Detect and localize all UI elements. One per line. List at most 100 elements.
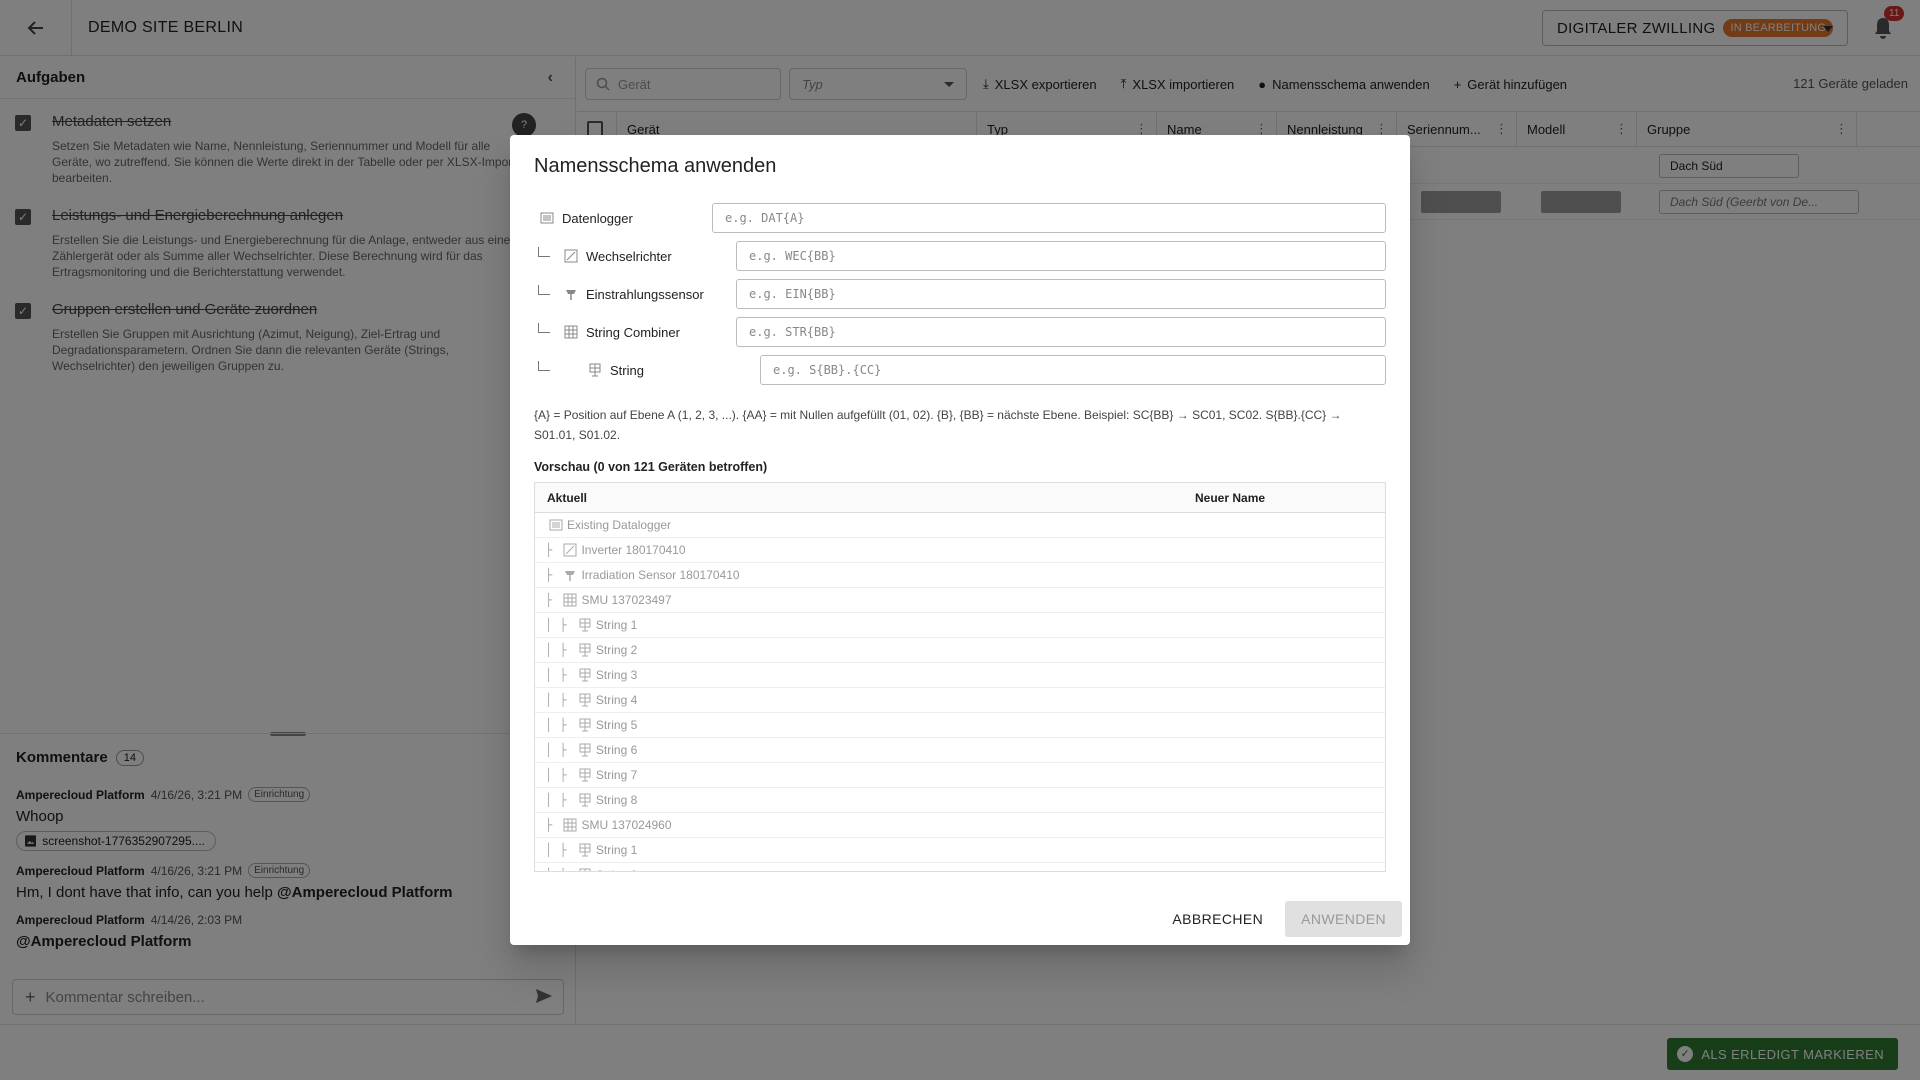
preview-row: Existing Datalogger (535, 513, 1385, 538)
preview-row: │ ├ String 3 (535, 663, 1385, 688)
level-name: Einstrahlungssensor (586, 286, 704, 302)
tree-guide: │ ├ (545, 743, 574, 757)
column-header-current: Aktuell (547, 491, 588, 505)
string-icon (589, 363, 601, 377)
preview-row: │ ├ String 7 (535, 763, 1385, 788)
device-name: String 8 (595, 793, 638, 807)
preview-row: │ ├ String 2 (535, 638, 1385, 663)
preview-row: ├ SMU 137024960 (535, 813, 1385, 838)
dialog-title: Namensschema anwenden (534, 155, 777, 177)
preview-row-current: Existing Datalogger (535, 518, 671, 532)
device-name: String 1 (595, 618, 638, 632)
tree-guide: │ ├ (545, 618, 574, 632)
inverter-icon (564, 249, 578, 263)
inverter-icon (563, 543, 577, 557)
preview-row-current: ├ Inverter 180170410 (535, 543, 686, 557)
combiner-icon (564, 325, 578, 339)
device-name: String 5 (595, 718, 638, 732)
device-name: Irradiation Sensor 180170410 (581, 568, 740, 582)
inverter-pattern-input[interactable]: e.g. WEC{BB} (736, 241, 1386, 271)
string-icon (579, 743, 591, 757)
device-name: String 4 (595, 693, 638, 707)
tree-guide: ├ (545, 568, 560, 582)
device-name: String 1 (595, 843, 638, 857)
tree-guide: ├ (545, 593, 560, 607)
device-name: SMU 137024960 (581, 818, 672, 832)
preview-row: │ ├ String 5 (535, 713, 1385, 738)
preview-row-current: ├ SMU 137023497 (535, 593, 672, 607)
placeholder-help-text: {A} = Position auf Ebene A (1, 2, 3, ...… (534, 408, 1342, 442)
level-row-string: String (588, 355, 644, 385)
preview-row-current: │ ├ String 1 (535, 843, 637, 857)
cancel-button[interactable]: ABBRECHEN (1162, 903, 1273, 935)
tree-guide: │ ├ (545, 693, 574, 707)
level-name: Wechselrichter (586, 248, 672, 264)
level-row-string-combiner: String Combiner (564, 317, 680, 347)
preview-row: │ ├ String 8 (535, 788, 1385, 813)
device-name: SMU 137023497 (581, 593, 672, 607)
level-row-irradiation-sensor: Einstrahlungssensor (564, 279, 704, 309)
level-name: String Combiner (586, 324, 680, 340)
preview-rows: Existing Datalogger ├ Inverter 180170410 ├… (535, 513, 1385, 871)
sensor-icon (565, 571, 576, 581)
datalogger-pattern-input[interactable]: e.g. DAT{A} (712, 203, 1386, 233)
string-pattern-input[interactable]: e.g. S{BB}.{CC} (760, 355, 1386, 385)
preview-row: │ ├ String 4 (535, 688, 1385, 713)
preview-row-current: │ ├ String 6 (535, 743, 637, 757)
string-icon (579, 693, 591, 707)
preview-table-header: Aktuell Neuer Name (535, 483, 1385, 513)
tree-guide: │ ├ (545, 718, 574, 732)
string-icon (579, 718, 591, 732)
sensor-pattern-input[interactable]: e.g. EIN{BB} (736, 279, 1386, 309)
level-label: Einstrahlungssensor (564, 287, 704, 302)
preview-row: ├ Inverter 180170410 (535, 538, 1385, 563)
device-name: String 6 (595, 743, 638, 757)
preview-row: │ ├ String 1 (535, 838, 1385, 863)
string-icon (579, 868, 591, 871)
device-name: String 2 (595, 643, 638, 657)
preview-row-current: │ ├ String 2 (535, 868, 637, 871)
datalogger-icon (549, 519, 563, 531)
preview-row-current: ├ Irradiation Sensor 180170410 (535, 568, 740, 582)
tree-connector (538, 323, 550, 333)
preview-row: │ ├ String 1 (535, 613, 1385, 638)
level-label: Wechselrichter (564, 249, 672, 264)
combiner-pattern-input[interactable]: e.g. STR{BB} (736, 317, 1386, 347)
tree-guide: │ ├ (545, 768, 574, 782)
level-label: String (588, 363, 644, 378)
preview-row-current: │ ├ String 4 (535, 693, 637, 707)
level-label: Datenlogger (540, 211, 633, 226)
tree-guide: │ ├ (545, 668, 574, 682)
apply-button: ANWENDEN (1285, 901, 1402, 937)
preview-row: ├ SMU 137023497 (535, 588, 1385, 613)
device-name: String 3 (595, 668, 638, 682)
string-icon (579, 643, 591, 657)
string-icon (579, 768, 591, 782)
preview-title: Vorschau (0 von 121 Geräten betroffen) (534, 460, 768, 474)
tree-connector (538, 361, 550, 371)
preview-row-current: │ ├ String 3 (535, 668, 637, 682)
preview-row: ├ Irradiation Sensor 180170410 (535, 563, 1385, 588)
string-icon (579, 668, 591, 682)
preview-table: Aktuell Neuer Name Existing Datalogger ├ … (534, 482, 1386, 872)
device-name: String 7 (595, 768, 638, 782)
preview-row: │ ├ String 2 (535, 863, 1385, 871)
combiner-icon (563, 593, 577, 607)
level-row-datalogger: Datenlogger (540, 203, 633, 233)
tree-guide: ├ (545, 818, 560, 832)
level-name: Datenlogger (562, 210, 633, 226)
combiner-icon (563, 818, 577, 832)
preview-row-current: │ ├ String 1 (535, 618, 637, 632)
tree-connector (538, 285, 550, 295)
device-name: Existing Datalogger (567, 518, 672, 532)
column-header-new-name: Neuer Name (1195, 491, 1266, 505)
string-icon (579, 843, 591, 857)
dialog-actions: ABBRECHEN ANWENDEN (1162, 901, 1402, 937)
level-label: String Combiner (564, 325, 680, 340)
tree-guide: ├ (545, 543, 560, 557)
naming-scheme-dialog: Namensschema anwenden Datenlogger e.g. D… (510, 135, 1410, 945)
datalogger-icon (540, 212, 554, 224)
string-icon (579, 793, 591, 807)
level-row-inverter: Wechselrichter (564, 241, 672, 271)
preview-row-current: │ ├ String 8 (535, 793, 637, 807)
